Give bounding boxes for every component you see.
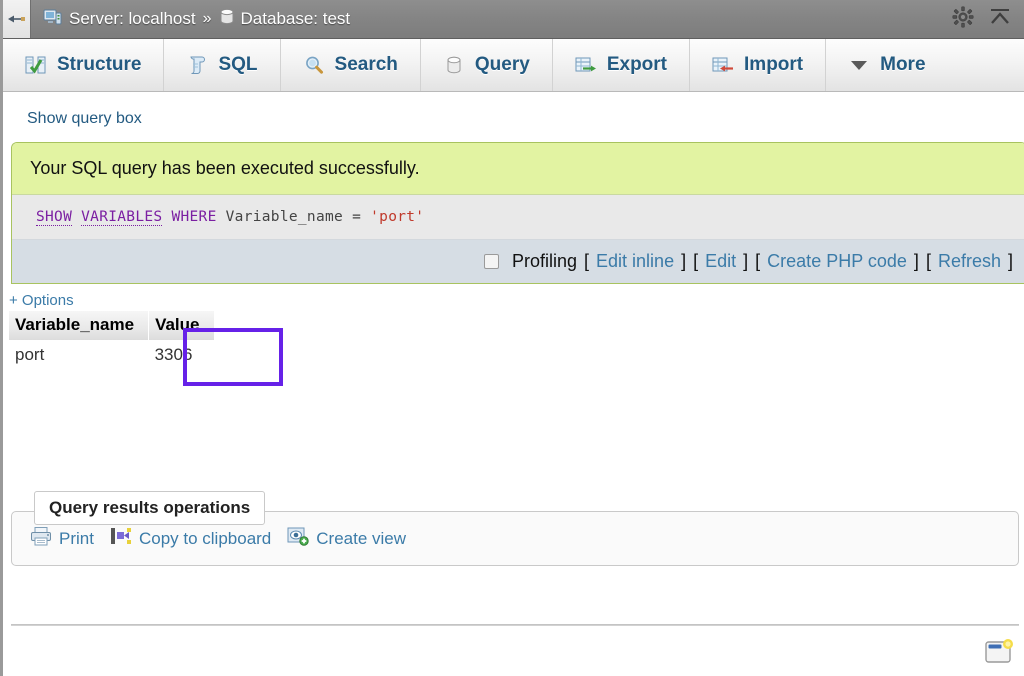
create-php-code-link[interactable]: Create PHP code [767, 251, 907, 272]
topbar-actions [952, 6, 1024, 33]
chevron-down-icon [848, 54, 870, 76]
options-row: + Options [3, 284, 1024, 311]
printer-icon [30, 526, 52, 551]
server-breadcrumb-bar: Server: localhost » Database: test [3, 0, 1024, 39]
back-button[interactable] [3, 0, 31, 38]
server-label[interactable]: Server: localhost [69, 9, 196, 29]
bracket-open-refresh: [ [926, 251, 931, 272]
bracket-close-edit: ] [743, 251, 748, 272]
gear-icon[interactable] [952, 6, 974, 33]
search-magnifier-icon [303, 54, 325, 76]
tab-more[interactable]: More [826, 39, 947, 91]
refresh-link[interactable]: Refresh [938, 251, 1001, 272]
copy-to-clipboard-link[interactable]: Copy to clipboard [110, 526, 271, 551]
console-toggle[interactable] [984, 638, 1014, 669]
back-arrow-icon [7, 12, 27, 26]
create-view-icon [287, 526, 309, 551]
tab-sql-label: SQL [218, 54, 257, 76]
main-tab-bar: Structure SQL Search [3, 39, 1024, 92]
bracket-close-refresh: ] [1008, 251, 1013, 272]
tab-search[interactable]: Search [281, 39, 421, 91]
bracket-open-edit: [ [693, 251, 698, 272]
table-row: port 3306 [9, 340, 214, 370]
results-table-wrap: Variable_name Value port 3306 [3, 311, 1024, 370]
main-content: Show query box Your SQL query has been e… [3, 92, 1024, 370]
sql-string-literal: 'port' [370, 209, 424, 225]
success-message: Your SQL query has been executed success… [12, 143, 1024, 195]
print-label: Print [59, 529, 94, 549]
sql-scroll-icon [186, 54, 208, 76]
breadcrumb: Server: localhost » Database: test [31, 8, 350, 31]
executed-sql-query: SHOW VARIABLES WHERE Variable_name = 'po… [12, 195, 1024, 240]
cell-variable-name: port [9, 340, 149, 370]
results-table-body: port 3306 [9, 340, 214, 370]
print-link[interactable]: Print [30, 526, 94, 551]
database-label[interactable]: Database: test [241, 9, 351, 29]
profiling-label: Profiling [512, 251, 577, 272]
results-table-head: Variable_name Value [9, 311, 214, 340]
sql-keyword-variables[interactable]: VARIABLES [81, 209, 162, 226]
clipboard-copy-icon [110, 526, 132, 551]
export-icon [575, 54, 597, 76]
column-header-value[interactable]: Value [149, 311, 214, 340]
tab-search-label: Search [335, 54, 398, 76]
tab-structure-label: Structure [57, 54, 141, 76]
create-view-label: Create view [316, 529, 406, 549]
tab-export-label: Export [607, 54, 667, 76]
query-result-footer: Profiling [ Edit inline] [ Edit ] [ Creat… [12, 240, 1024, 283]
tab-export[interactable]: Export [553, 39, 690, 91]
query-results-operations-legend: Query results operations [34, 491, 265, 525]
query-database-icon [443, 54, 465, 76]
show-query-box-link[interactable]: Show query box [3, 92, 142, 142]
tab-sql[interactable]: SQL [164, 39, 280, 91]
phpmyadmin-page: Server: localhost » Database: test [0, 0, 1024, 676]
database-icon [219, 8, 235, 31]
sql-keyword-where: WHERE [171, 209, 216, 225]
bracket-open-create-php: [ [755, 251, 760, 272]
query-result-panel: Your SQL query has been executed success… [11, 142, 1024, 284]
column-header-variable-name[interactable]: Variable_name [9, 311, 149, 340]
tab-query[interactable]: Query [421, 39, 553, 91]
copy-to-clipboard-label: Copy to clipboard [139, 529, 271, 549]
sql-keyword-show[interactable]: SHOW [36, 209, 72, 226]
profiling-checkbox[interactable] [484, 254, 499, 269]
edit-inline-link[interactable]: Edit inline [596, 251, 674, 272]
import-icon [712, 54, 734, 76]
bracket-open-edit-inline: [ [584, 251, 589, 272]
options-toggle-link[interactable]: + Options [3, 284, 74, 311]
breadcrumb-separator: » [202, 10, 213, 28]
collapse-up-icon[interactable] [988, 6, 1012, 33]
structure-icon [25, 54, 47, 76]
operations-links: Print Copy to clipboard [30, 526, 1018, 551]
tab-import-label: Import [744, 54, 803, 76]
tab-query-label: Query [475, 54, 530, 76]
server-computer-icon [43, 8, 63, 31]
tab-import[interactable]: Import [690, 39, 826, 91]
tab-more-label: More [880, 54, 925, 76]
table-header-row: Variable_name Value [9, 311, 214, 340]
cell-value: 3306 [149, 340, 214, 370]
query-results-operations-panel: Query results operations Print [11, 511, 1019, 566]
footer-divider [11, 624, 1019, 626]
edit-link[interactable]: Edit [705, 251, 736, 272]
bracket-close-create-php: ] [914, 251, 919, 272]
create-view-link[interactable]: Create view [287, 526, 406, 551]
results-table: Variable_name Value port 3306 [9, 311, 215, 370]
bracket-close-edit-inline: ] [681, 251, 686, 272]
tab-structure[interactable]: Structure [3, 39, 164, 91]
sql-identifier: Variable_name [226, 209, 343, 225]
console-window-icon [984, 651, 1014, 668]
sql-operator: = [352, 209, 361, 225]
